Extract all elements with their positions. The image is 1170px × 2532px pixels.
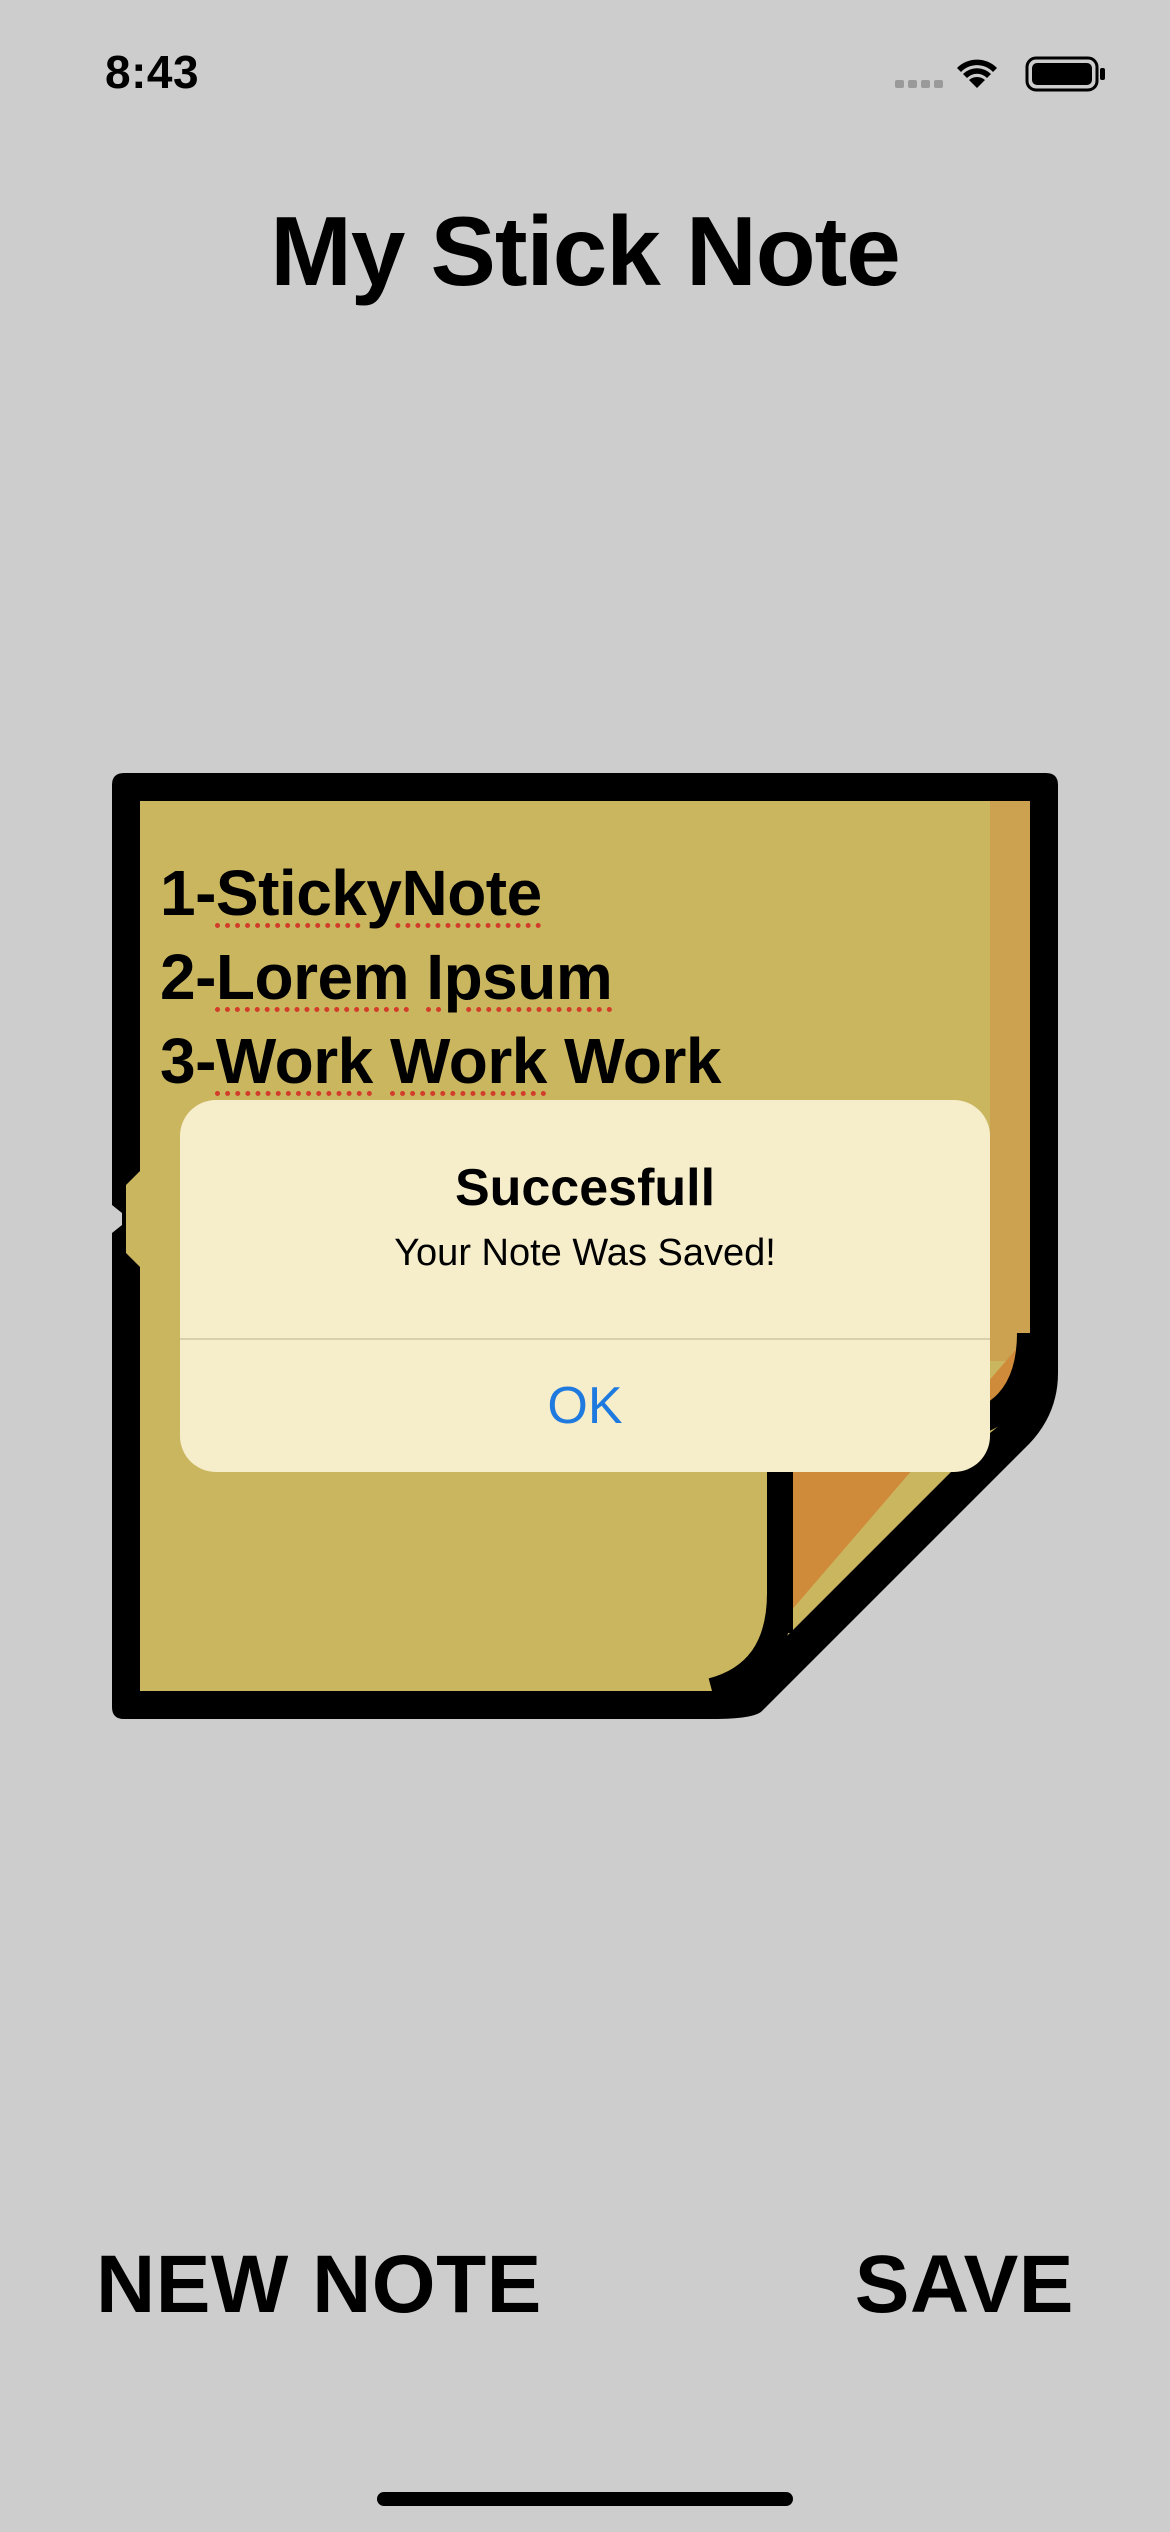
note-line-3-space [373,1025,390,1097]
alert-ok-button[interactable]: OK [180,1340,990,1472]
note-line-3-word-2: Work [390,1025,547,1097]
note-line-3-word-3: Work [546,1025,721,1097]
note-line-2: 2-Lorem Ipsum [160,935,960,1019]
save-button[interactable]: SAVE [855,2238,1074,2332]
status-icons [895,52,1115,98]
new-note-button[interactable]: NEW NOTE [96,2238,542,2332]
note-line-2-word-1: Lorem [215,941,410,1013]
note-text-area[interactable]: 1-StickyNote 2-Lorem Ipsum 3-Work Work W… [160,851,960,1103]
note-line-2-prefix: 2- [160,941,216,1013]
home-indicator[interactable] [377,2492,793,2506]
note-line-2-word-2: Ipsum [426,941,613,1013]
note-line-3: 3-Work Work Work [160,1019,960,1103]
alert-dialog: Succesfull Your Note Was Saved! OK [180,1100,990,1472]
status-icons-svg [895,56,1105,92]
note-edge-shade [990,801,1030,1361]
status-time: 8:43 [105,46,200,98]
signal-icon [895,80,943,88]
alert-message: Your Note Was Saved! [394,1232,776,1274]
wifi-icon [957,59,997,88]
note-line-2-space [409,941,426,1013]
note-line-1-prefix: 1- [160,857,216,929]
note-line-1-word: StickyNote [215,857,542,929]
note-line-1: 1-StickyNote [160,851,960,935]
page-title: My Stick Note [270,196,901,306]
note-line-3-word-1: Work [215,1025,373,1097]
battery-icon [1025,56,1105,92]
alert-title: Succesfull [454,1159,716,1217]
note-line-3-prefix: 3- [160,1025,216,1097]
